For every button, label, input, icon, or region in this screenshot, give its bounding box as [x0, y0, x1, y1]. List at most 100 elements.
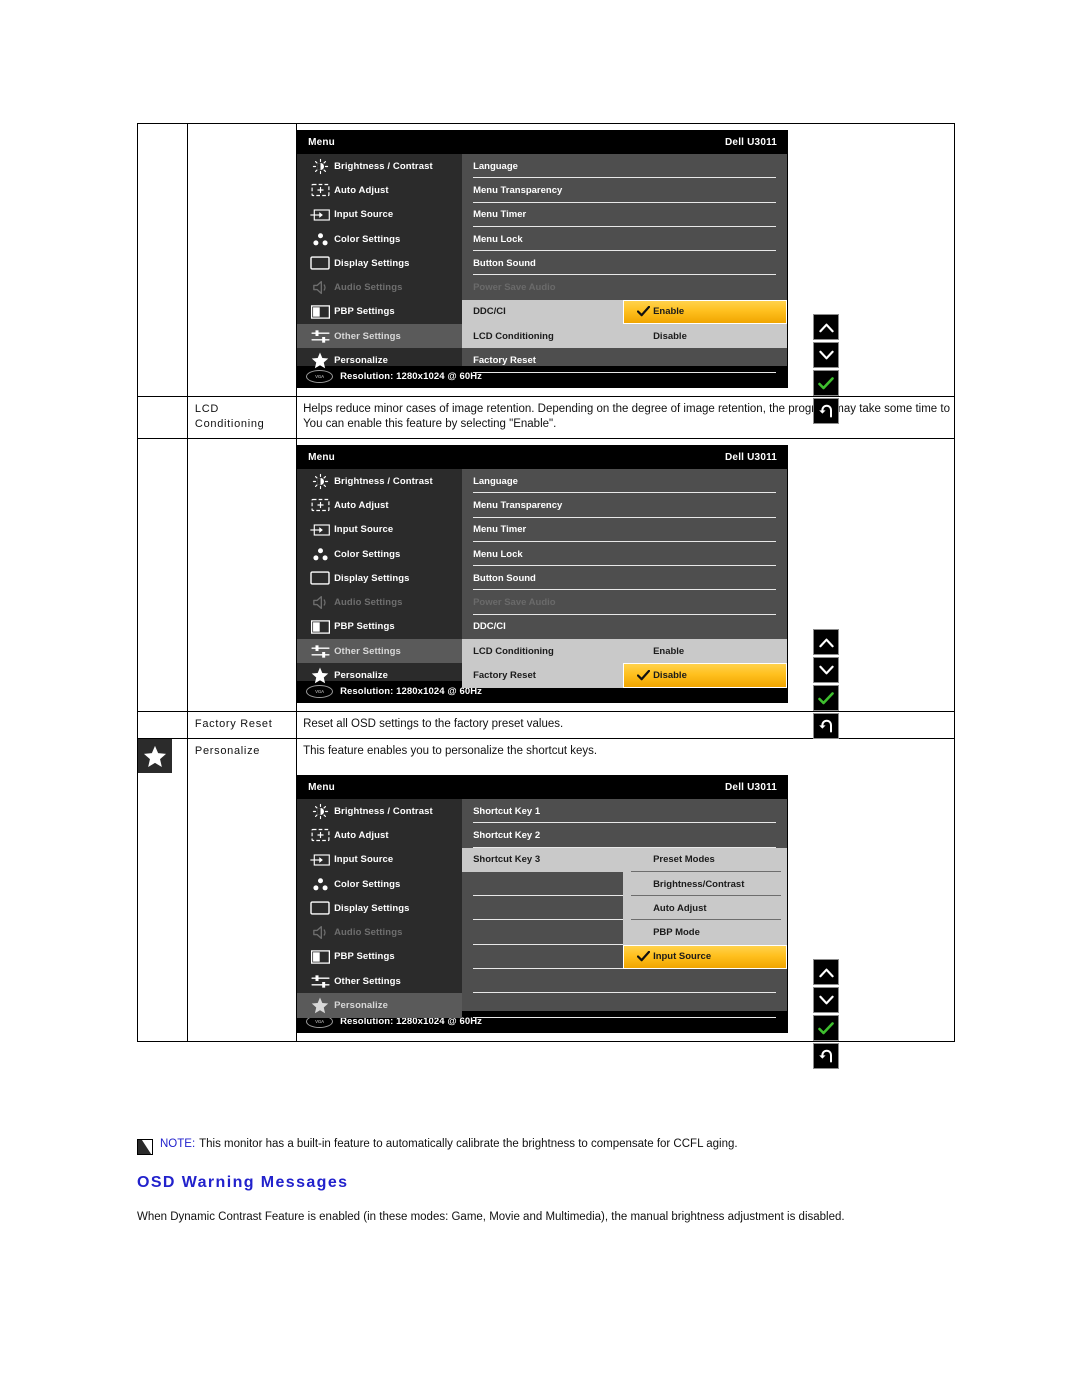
- color-settings-icon: [306, 232, 334, 247]
- pbp-settings-icon: [306, 950, 334, 964]
- menu-item-label: Language: [473, 475, 518, 487]
- submenu-option-label: Auto Adjust: [653, 902, 707, 914]
- menu-item-language[interactable]: Language: [462, 154, 787, 179]
- page-title: OSD Warning Messages: [137, 1174, 349, 1191]
- sidebar-item-display-settings[interactable]: Display Settings: [297, 896, 462, 920]
- sidebar-item-brightness-contrast[interactable]: Brightness / Contrast: [297, 799, 462, 823]
- menu-item-factory-reset[interactable]: Factory Reset: [462, 348, 787, 373]
- menu-item-power-save-audio[interactable]: Power Save Audio: [462, 590, 787, 615]
- menu-item-label: Shortcut Key 1: [473, 805, 541, 817]
- osd-panel-a-wrap: Menu Dell U3011 Brightness / Contrast Au…: [296, 124, 954, 424]
- sidebar-item-pbp-settings[interactable]: PBP Settings: [297, 945, 462, 969]
- menu-item-power-save-audio[interactable]: Power Save Audio: [462, 275, 787, 299]
- menu-item-label: LCD Conditioning: [473, 645, 554, 657]
- button-up[interactable]: [813, 314, 840, 340]
- sidebar-label: Other Settings: [334, 645, 401, 657]
- sidebar-item-personalize[interactable]: Personalize: [297, 348, 462, 372]
- menu-item-label: Menu Lock: [473, 233, 523, 245]
- menu-item-language[interactable]: Language: [462, 469, 787, 494]
- submenu-option-input-source[interactable]: Input Source: [623, 944, 788, 970]
- button-up[interactable]: [813, 629, 840, 655]
- sidebar-item-auto-adjust[interactable]: Auto Adjust: [297, 493, 462, 517]
- submenu-option-enable[interactable]: Enable: [623, 299, 788, 325]
- button-down[interactable]: [813, 987, 840, 1013]
- submenu-option-disable[interactable]: Disable: [623, 663, 788, 688]
- menu-item-label: Button Sound: [473, 572, 536, 584]
- sidebar-item-audio-settings[interactable]: Audio Settings: [297, 920, 462, 944]
- button-ok[interactable]: [813, 685, 840, 711]
- sidebar-label: Display Settings: [334, 902, 410, 914]
- menu-item-shortcut-key-1[interactable]: Shortcut Key 1: [462, 799, 787, 824]
- sidebar-label: PBP Settings: [334, 951, 395, 963]
- other-settings-icon: [306, 644, 334, 659]
- submenu-option-pbp-mode[interactable]: PBP Mode: [623, 920, 788, 945]
- menu-item-shortcut-key-2[interactable]: Shortcut Key 2: [462, 823, 787, 848]
- sidebar-item-audio-settings[interactable]: Audio Settings: [297, 275, 462, 299]
- submenu-option-preset-modes[interactable]: Preset Modes: [623, 847, 788, 872]
- osd-panel-c-wrap: Menu Dell U3011 Brightness / Contrast Au…: [296, 765, 954, 1069]
- menu-item-button-sound[interactable]: Button Sound: [462, 251, 787, 276]
- osd-menu-list-a: Language Menu Transparency Menu Timer Me…: [462, 154, 788, 373]
- button-back[interactable]: [813, 1043, 840, 1069]
- osd-panel-b: Menu Dell U3011 Brightness / Contrast Au…: [296, 445, 789, 703]
- button-back[interactable]: [813, 398, 840, 424]
- sidebar-item-input-source[interactable]: Input Source: [297, 518, 462, 542]
- check-icon: [636, 951, 651, 962]
- osd-menu-label-a: Menu: [308, 137, 335, 148]
- submenu-option-brightness-contrast[interactable]: Brightness/Contrast: [623, 871, 788, 897]
- display-settings-icon: [306, 571, 334, 585]
- menu-item-menu-lock[interactable]: Menu Lock: [462, 542, 787, 567]
- sidebar-item-auto-adjust[interactable]: Auto Adjust: [297, 178, 462, 202]
- button-ok[interactable]: [813, 370, 840, 396]
- sidebar-item-other-settings[interactable]: Other Settings: [297, 324, 463, 349]
- menu-item-menu-timer[interactable]: Menu Timer: [462, 518, 787, 542]
- button-up[interactable]: [813, 959, 840, 985]
- icon-cell-personalize: [137, 738, 188, 1042]
- menu-item-label: Shortcut Key 2: [473, 829, 541, 841]
- sidebar-item-personalize[interactable]: Personalize: [297, 663, 462, 687]
- sidebar-item-brightness-contrast[interactable]: Brightness / Contrast: [297, 469, 462, 493]
- sidebar-item-input-source[interactable]: Input Source: [297, 848, 462, 872]
- sidebar-label: Input Source: [334, 524, 394, 536]
- button-ok[interactable]: [813, 1015, 840, 1041]
- sidebar-item-brightness-contrast[interactable]: Brightness / Contrast: [297, 154, 462, 178]
- button-down[interactable]: [813, 657, 840, 683]
- color-settings-icon: [306, 547, 334, 562]
- icon-cell-empty-4: [137, 711, 188, 739]
- sidebar-item-display-settings[interactable]: Display Settings: [297, 251, 462, 275]
- menu-item-label: Menu Lock: [473, 548, 523, 560]
- name-cell-factory-reset: Factory Reset: [186, 711, 298, 739]
- sidebar-label: Auto Adjust: [334, 184, 389, 196]
- submenu-option-auto-adjust[interactable]: Auto Adjust: [623, 896, 788, 921]
- button-down[interactable]: [813, 342, 840, 368]
- button-back[interactable]: [813, 713, 840, 739]
- menu-item-menu-transparency[interactable]: Menu Transparency: [462, 493, 787, 518]
- sidebar-item-personalize[interactable]: Personalize: [297, 993, 463, 1018]
- sidebar-label: Color Settings: [334, 548, 401, 560]
- sidebar-item-auto-adjust[interactable]: Auto Adjust: [297, 823, 462, 847]
- sidebar-item-color-settings[interactable]: Color Settings: [297, 227, 462, 251]
- menu-item-menu-transparency[interactable]: Menu Transparency: [462, 178, 787, 203]
- sidebar-item-color-settings[interactable]: Color Settings: [297, 542, 462, 566]
- menu-item-ddc-ci[interactable]: DDC/CI: [462, 615, 787, 639]
- desc-cell-osd-panel-b: Menu Dell U3011 Brightness / Contrast Au…: [296, 438, 955, 739]
- menu-item-blank-5: [462, 969, 787, 994]
- sidebar-item-pbp-settings[interactable]: PBP Settings: [297, 615, 462, 639]
- sidebar-item-audio-settings[interactable]: Audio Settings: [297, 590, 462, 614]
- sidebar-item-other-settings[interactable]: Other Settings: [297, 969, 462, 993]
- menu-item-menu-lock[interactable]: Menu Lock: [462, 227, 787, 252]
- submenu-option-enable[interactable]: Enable: [623, 639, 788, 664]
- sidebar-item-input-source[interactable]: Input Source: [297, 203, 462, 227]
- osd-hardware-buttons-b: [813, 629, 840, 741]
- name-cell-personalize: Personalize: [186, 738, 298, 1042]
- sidebar-item-color-settings[interactable]: Color Settings: [297, 872, 462, 896]
- menu-item-label: Factory Reset: [473, 355, 536, 367]
- note-label: NOTE:: [160, 1138, 196, 1150]
- menu-item-button-sound[interactable]: Button Sound: [462, 566, 787, 591]
- submenu-option-disable[interactable]: Disable: [623, 324, 788, 349]
- icon-cell-empty-1: [137, 123, 188, 397]
- sidebar-item-display-settings[interactable]: Display Settings: [297, 566, 462, 590]
- sidebar-item-other-settings[interactable]: Other Settings: [297, 639, 463, 664]
- sidebar-item-pbp-settings[interactable]: PBP Settings: [297, 300, 462, 324]
- menu-item-menu-timer[interactable]: Menu Timer: [462, 203, 787, 227]
